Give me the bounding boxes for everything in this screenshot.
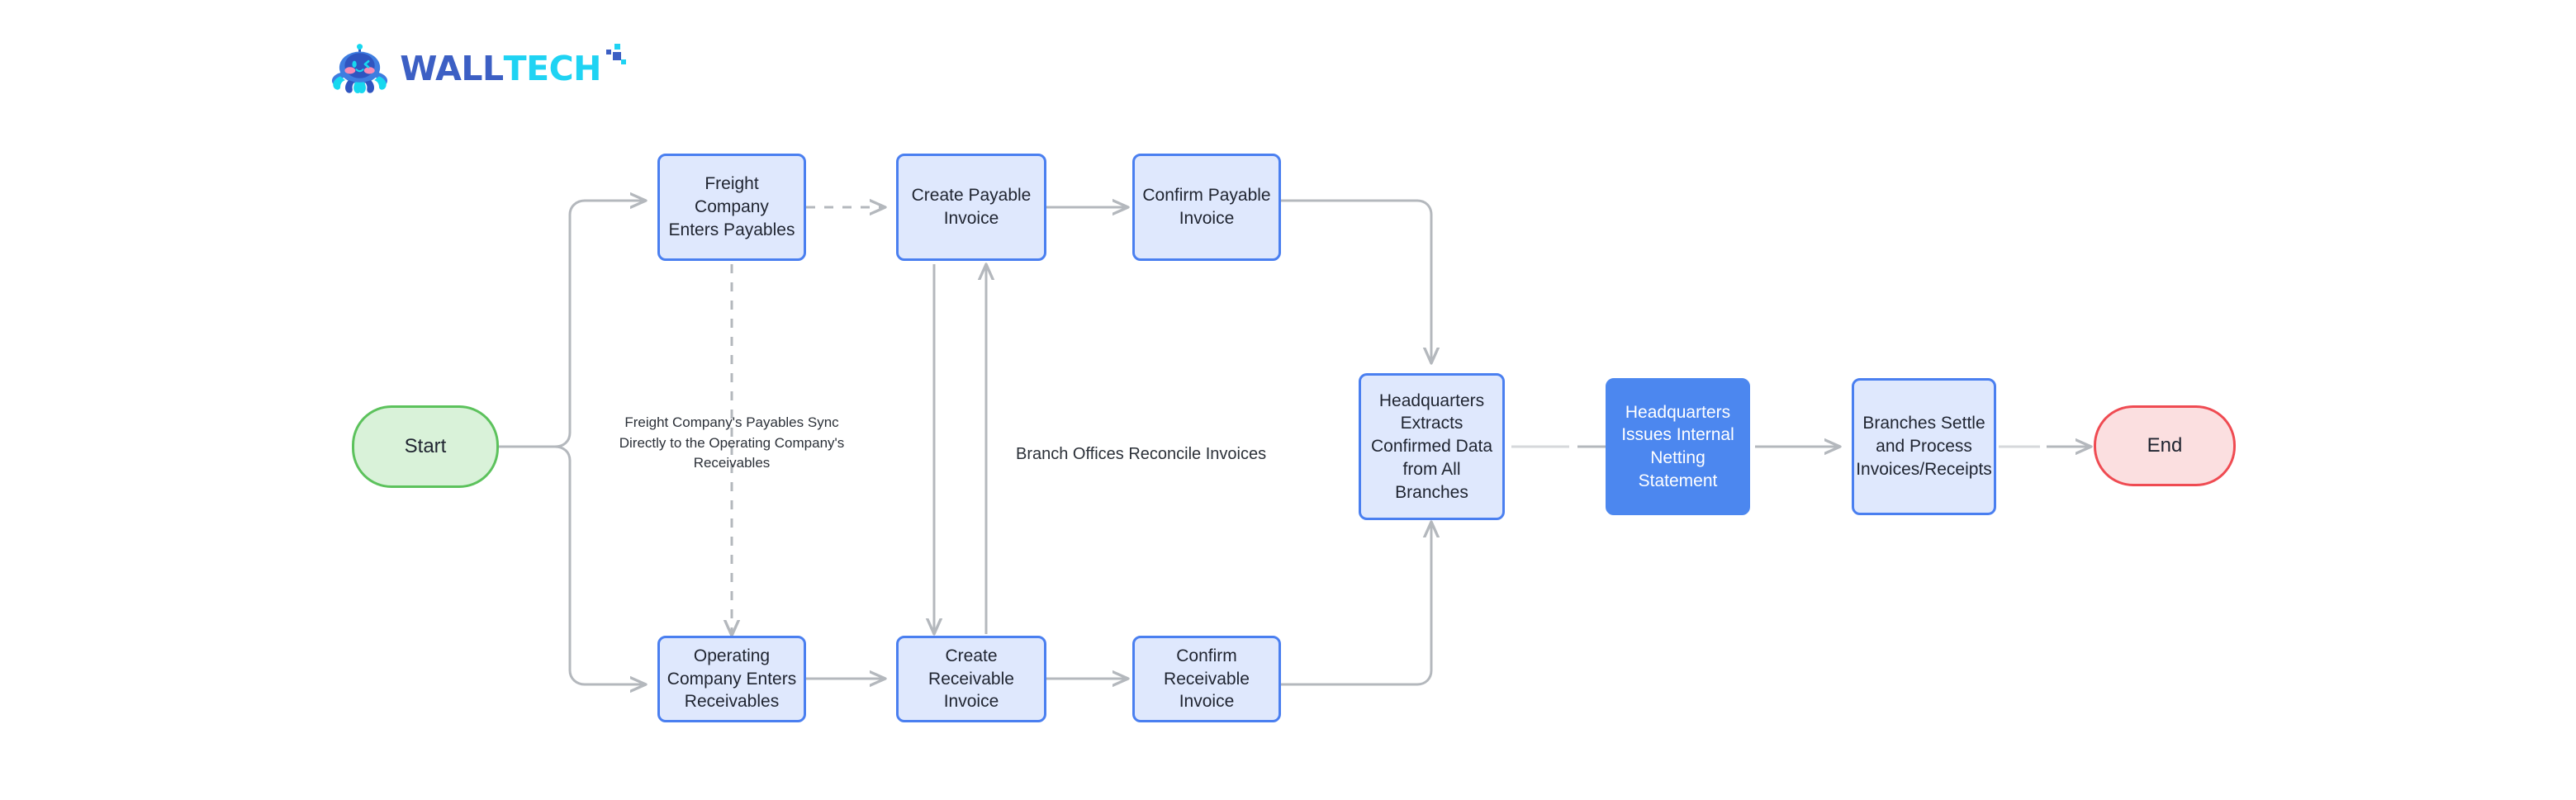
node-headquarters-extracts-confirmed-data-label: Headquarters Extracts Confirmed Data fro…	[1370, 391, 1493, 502]
node-branches-settle-and-process-label: Branches Settle and Process Invoices/Rec…	[1856, 414, 1992, 479]
node-freight-company-enters-payables[interactable]: Freight Company Enters Payables	[657, 154, 806, 261]
diagram-canvas: WALL TECH Start Freight Company Enters P…	[0, 0, 2576, 800]
node-confirm-receivable-invoice[interactable]: Confirm Receivable Invoice	[1132, 636, 1281, 722]
node-create-receivable-invoice[interactable]: Create Receivable Invoice	[896, 636, 1046, 722]
edge-start-to-freight-payables	[554, 201, 646, 448]
node-operating-company-enters-receivables-label: Operating Company Enters Receivables	[667, 646, 797, 712]
node-create-payable-invoice-label: Create Payable Invoice	[911, 186, 1032, 228]
node-start-label: Start	[404, 435, 447, 457]
node-end-label: End	[2147, 434, 2183, 457]
node-branches-settle-and-process[interactable]: Branches Settle and Process Invoices/Rec…	[1852, 378, 1996, 515]
connector-layer	[499, 0, 2576, 800]
edge-label-branch-offices-reconcile: Branch Offices Reconcile Invoices	[1016, 445, 1267, 463]
node-start[interactable]: Start	[352, 405, 499, 488]
node-end[interactable]: End	[2094, 405, 2236, 486]
node-headquarters-issues-internal-netting-statement-label: Headquarters Issues Internal Netting Sta…	[1621, 402, 1734, 490]
edge-label-payables-sync: Freight Company's Payables Sync Directly…	[619, 414, 845, 471]
node-create-receivable-invoice-label: Create Receivable Invoice	[928, 646, 1014, 712]
node-freight-company-enters-payables-label: Freight Company Enters Payables	[668, 174, 795, 239]
node-confirm-payable-invoice-label: Confirm Payable Invoice	[1142, 186, 1271, 228]
edge-start-to-operating-receivables	[554, 445, 646, 684]
node-headquarters-issues-internal-netting-statement[interactable]: Headquarters Issues Internal Netting Sta…	[1606, 378, 1750, 515]
edge-confirm-receivable-to-hq-extracts	[1281, 522, 1431, 686]
node-operating-company-enters-receivables[interactable]: Operating Company Enters Receivables	[657, 636, 806, 722]
edge-confirm-payable-to-hq-extracts	[1281, 199, 1431, 363]
node-confirm-payable-invoice[interactable]: Confirm Payable Invoice	[1132, 154, 1281, 261]
node-confirm-receivable-invoice-label: Confirm Receivable Invoice	[1164, 646, 1250, 712]
node-create-payable-invoice[interactable]: Create Payable Invoice	[896, 154, 1046, 261]
node-headquarters-extracts-confirmed-data[interactable]: Headquarters Extracts Confirmed Data fro…	[1359, 373, 1505, 520]
